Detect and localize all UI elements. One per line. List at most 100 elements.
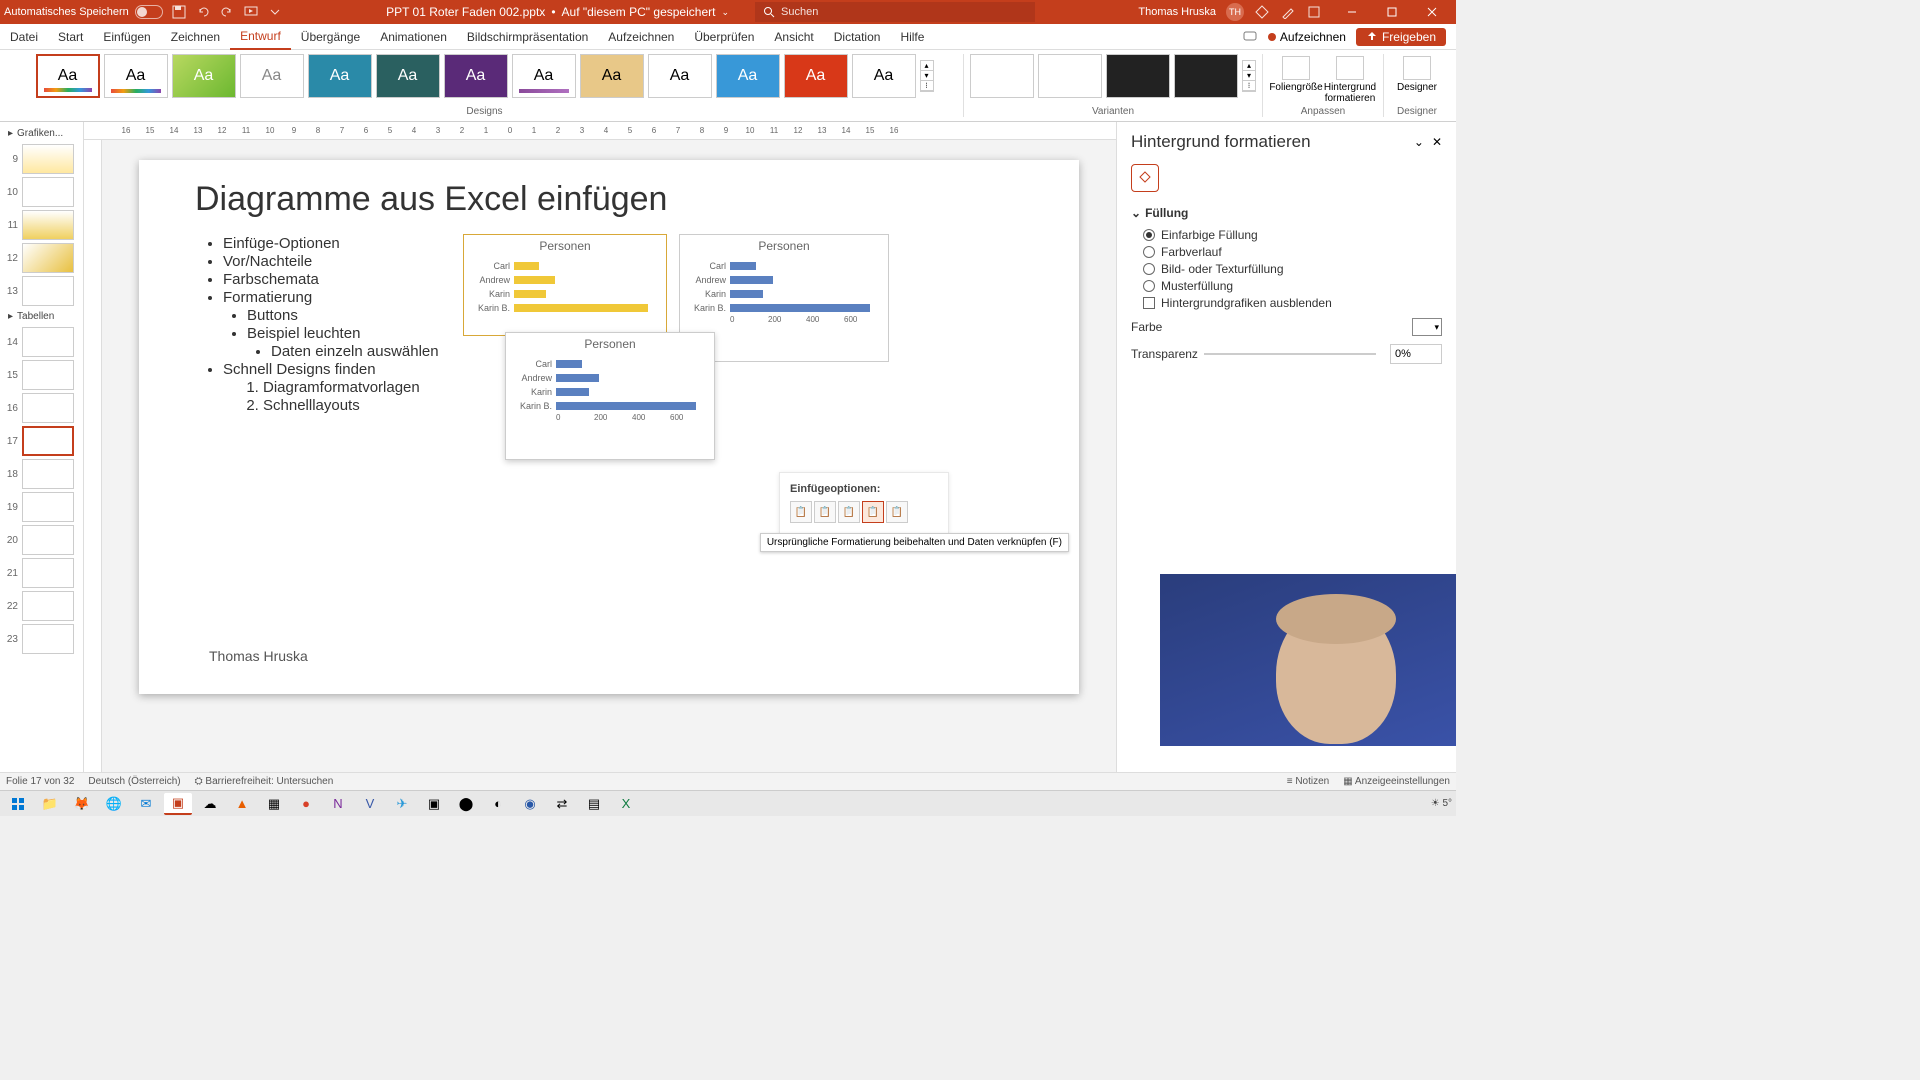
group-header[interactable]: ▸ Tabellen: [4, 309, 79, 324]
theme-thumb[interactable]: Aa: [172, 54, 236, 98]
theme-thumb[interactable]: Aa: [580, 54, 644, 98]
weather-widget[interactable]: ☀ 5°: [1431, 798, 1452, 809]
slide-thumbnail[interactable]: [22, 426, 74, 456]
variant-thumb[interactable]: [1174, 54, 1238, 98]
theme-thumb[interactable]: Aa: [308, 54, 372, 98]
variant-thumb[interactable]: [1106, 54, 1170, 98]
check-hide-bg[interactable]: Hintergrundgrafiken ausblenden: [1143, 296, 1442, 310]
paste-option-4[interactable]: 📋: [862, 501, 884, 523]
user-avatar[interactable]: TH: [1226, 3, 1244, 21]
share-button[interactable]: Freigeben: [1356, 28, 1446, 46]
comments-icon[interactable]: [1242, 29, 1258, 45]
theme-thumb[interactable]: Aa: [36, 54, 100, 98]
app-icon[interactable]: ▤: [580, 793, 608, 815]
redo-icon[interactable]: [219, 4, 235, 20]
theme-thumb[interactable]: Aa: [648, 54, 712, 98]
tab-review[interactable]: Überprüfen: [684, 24, 764, 50]
explorer-icon[interactable]: 📁: [36, 793, 64, 815]
onenote-icon[interactable]: N: [324, 793, 352, 815]
group-header[interactable]: ▸ Grafiken...: [4, 126, 79, 141]
tab-help[interactable]: Hilfe: [890, 24, 934, 50]
theme-thumb[interactable]: Aa: [784, 54, 848, 98]
customize-qat-icon[interactable]: [267, 4, 283, 20]
variant-thumb[interactable]: [970, 54, 1034, 98]
slide-thumbnail[interactable]: [22, 327, 74, 357]
minimize-button[interactable]: [1332, 0, 1372, 24]
close-pane-icon[interactable]: ✕: [1432, 135, 1442, 149]
paste-option-5[interactable]: 📋: [886, 501, 908, 523]
start-button[interactable]: [4, 793, 32, 815]
maximize-button[interactable]: [1372, 0, 1412, 24]
close-button[interactable]: [1412, 0, 1452, 24]
record-button[interactable]: Aufzeichnen: [1268, 30, 1346, 44]
app-icon[interactable]: ⇄: [548, 793, 576, 815]
slide-thumbnail[interactable]: [22, 624, 74, 654]
accessibility-checker[interactable]: ⛭ Barrierefreiheit: Untersuchen: [195, 776, 334, 787]
obs-icon[interactable]: ⬤: [452, 793, 480, 815]
slide-thumbnail[interactable]: [22, 393, 74, 423]
slide-thumbnail[interactable]: [22, 492, 74, 522]
tab-design[interactable]: Entwurf: [230, 24, 291, 50]
slide-thumbnail[interactable]: [22, 459, 74, 489]
tab-animations[interactable]: Animationen: [370, 24, 457, 50]
display-settings[interactable]: ▦ Anzeigeeinstellungen: [1343, 776, 1450, 787]
tab-record[interactable]: Aufzeichnen: [598, 24, 684, 50]
tab-dictation[interactable]: Dictation: [824, 24, 891, 50]
section-fill[interactable]: ⌄ Füllung: [1131, 206, 1442, 220]
radio-solid[interactable]: Einfarbige Füllung: [1143, 228, 1442, 242]
slide-thumbnail[interactable]: [22, 591, 74, 621]
visio-icon[interactable]: V: [356, 793, 384, 815]
fill-tab-icon[interactable]: [1131, 164, 1159, 192]
theme-thumb[interactable]: Aa: [376, 54, 440, 98]
app-icon[interactable]: ◐: [484, 793, 512, 815]
chrome-icon[interactable]: 🌐: [100, 793, 128, 815]
app-icon[interactable]: ●: [292, 793, 320, 815]
bullet-list[interactable]: Einfüge-Optionen Vor/Nachteile Farbschem…: [205, 234, 439, 415]
powerpoint-icon[interactable]: ▣: [164, 793, 192, 815]
paste-option-2[interactable]: 📋: [814, 501, 836, 523]
slide-thumbnail[interactable]: [22, 144, 74, 174]
app-icon[interactable]: ▦: [260, 793, 288, 815]
search-input[interactable]: Suchen: [755, 2, 1035, 22]
slide-title[interactable]: Diagramme aus Excel einfügen: [195, 180, 667, 219]
undo-icon[interactable]: [195, 4, 211, 20]
variant-thumb[interactable]: [1038, 54, 1102, 98]
tab-file[interactable]: Datei: [0, 24, 48, 50]
app-icon[interactable]: ◉: [516, 793, 544, 815]
slide-thumbnail[interactable]: [22, 243, 74, 273]
theme-thumb[interactable]: Aa: [444, 54, 508, 98]
chart-1[interactable]: Personen Carl Andrew Karin Karin B.: [463, 234, 667, 336]
theme-thumb[interactable]: Aa: [104, 54, 168, 98]
radio-gradient[interactable]: Farbverlauf: [1143, 245, 1442, 259]
slide-thumbnail[interactable]: [22, 525, 74, 555]
toggle-switch-icon[interactable]: [135, 5, 163, 19]
tab-draw[interactable]: Zeichnen: [161, 24, 230, 50]
language-indicator[interactable]: Deutsch (Österreich): [88, 776, 180, 787]
radio-pattern[interactable]: Musterfüllung: [1143, 279, 1442, 293]
excel-icon[interactable]: X: [612, 793, 640, 815]
tab-transitions[interactable]: Übergänge: [291, 24, 370, 50]
theme-thumb[interactable]: Aa: [512, 54, 576, 98]
slideshow-start-icon[interactable]: [243, 4, 259, 20]
theme-thumb[interactable]: Aa: [716, 54, 780, 98]
paste-option-1[interactable]: 📋: [790, 501, 812, 523]
chart-3[interactable]: Personen Carl Andrew Karin Karin B. 0200…: [505, 332, 715, 460]
autosave-toggle[interactable]: Automatisches Speichern: [4, 5, 163, 19]
notes-toggle[interactable]: ≡ Notizen: [1287, 776, 1330, 787]
tab-insert[interactable]: Einfügen: [93, 24, 160, 50]
app-icon[interactable]: ▣: [420, 793, 448, 815]
paste-option-3[interactable]: 📋: [838, 501, 860, 523]
slide-counter[interactable]: Folie 17 von 32: [6, 776, 74, 787]
app-icon[interactable]: ☁: [196, 793, 224, 815]
pen-icon[interactable]: [1280, 4, 1296, 20]
variant-gallery-controls[interactable]: ▴▾⁝: [1242, 60, 1256, 92]
outlook-icon[interactable]: ✉: [132, 793, 160, 815]
slide-canvas[interactable]: Diagramme aus Excel einfügen Einfüge-Opt…: [139, 160, 1079, 694]
slide-thumbnail[interactable]: [22, 276, 74, 306]
firefox-icon[interactable]: 🦊: [68, 793, 96, 815]
designer-button[interactable]: Designer: [1390, 54, 1444, 95]
save-icon[interactable]: [171, 4, 187, 20]
slidesize-button[interactable]: Foliengröße: [1269, 54, 1323, 106]
slide-thumbnail[interactable]: [22, 558, 74, 588]
slide-thumbnail[interactable]: [22, 210, 74, 240]
